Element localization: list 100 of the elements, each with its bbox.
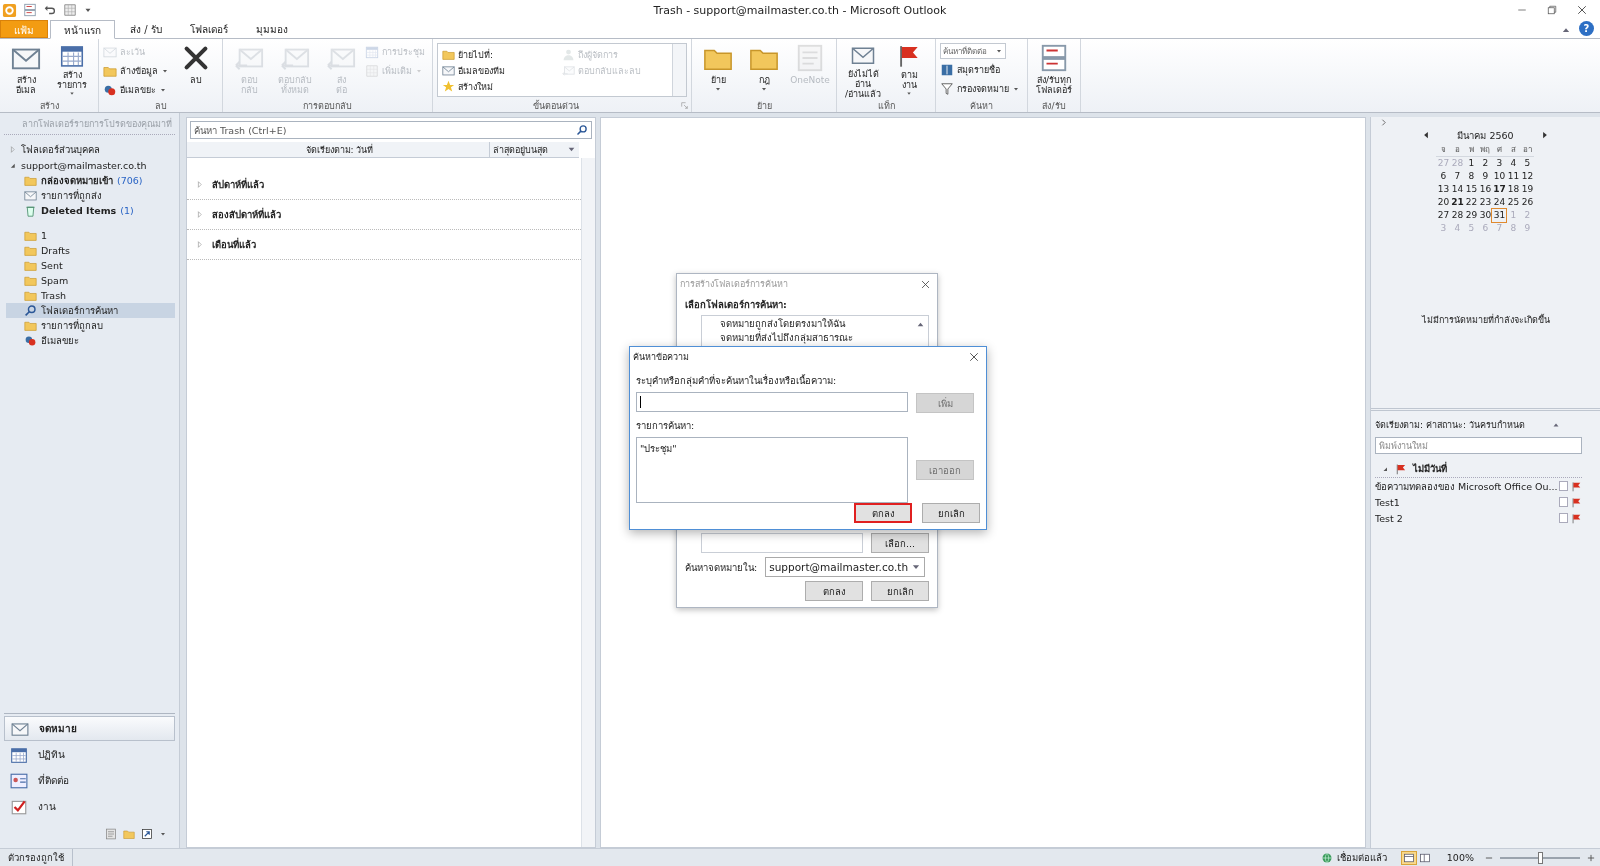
ribbon-button[interactable]: สมุดรายชื่อ <box>940 61 1023 78</box>
quick-step[interactable]: ย้ายไปที่: <box>442 46 562 63</box>
flag-icon[interactable] <box>1571 480 1582 492</box>
help-button[interactable]: ? <box>1579 21 1594 36</box>
list-option[interactable]: จดหมายที่ส่งไปถึงกลุ่มสาธารณะ <box>720 331 910 345</box>
ribbon-tab[interactable]: ส่ง / รับ <box>117 20 175 38</box>
calendar-day[interactable]: 20 <box>1436 196 1451 209</box>
calendar-day[interactable]: 18 <box>1506 183 1521 196</box>
folder-tree-node[interactable]: โฟลเดอร์ส่วนบุคคล <box>0 141 179 157</box>
calendar-day[interactable]: 28 <box>1450 209 1465 222</box>
gallery-scrollbar[interactable] <box>672 44 686 96</box>
folder-tree-node[interactable]: support@mailmaster.co.th <box>0 157 179 173</box>
module-button[interactable]: ที่ติดต่อ <box>4 768 175 793</box>
flag-icon[interactable] <box>1571 496 1582 508</box>
search-icon[interactable] <box>576 124 588 136</box>
calendar-day[interactable]: 12 <box>1520 170 1535 183</box>
ok-button[interactable]: ตกลง <box>805 581 863 601</box>
flag-icon[interactable] <box>1571 512 1582 524</box>
calendar-day[interactable]: 4 <box>1506 157 1521 170</box>
search-terms-list[interactable]: "ประชุม" <box>636 437 908 503</box>
ribbon-button[interactable]: ล้างข้อมูล <box>103 62 172 79</box>
ribbon-button[interactable]: ย้าย <box>696 41 740 99</box>
folder-item[interactable]: Spam <box>6 273 175 288</box>
module-button[interactable]: ปฏิทิน <box>4 742 175 767</box>
zoom-in-icon[interactable] <box>1586 852 1596 863</box>
calendar-day[interactable]: 8 <box>1464 170 1479 183</box>
calendar-day[interactable]: 30 <box>1478 209 1493 222</box>
group-header[interactable]: ไม่มีวันที่ <box>1375 460 1582 478</box>
calendar-day[interactable]: 6 <box>1436 170 1451 183</box>
note-icon[interactable] <box>105 828 117 840</box>
calendar-day[interactable]: 26 <box>1520 196 1535 209</box>
ribbon-button[interactable]: กรองจดหมาย <box>940 80 1023 97</box>
ribbon-button[interactable]: ตาม งาน <box>887 41 931 99</box>
search-term[interactable]: "ประชุม" <box>640 441 904 456</box>
module-button[interactable]: งาน <box>4 794 175 819</box>
calendar-day[interactable]: 10 <box>1492 170 1507 183</box>
caret-icon[interactable] <box>159 830 167 838</box>
calendar-day[interactable]: 22 <box>1464 196 1479 209</box>
scroll-up-icon[interactable] <box>1552 421 1560 429</box>
folder-item[interactable]: Drafts <box>6 243 175 258</box>
calendar-day[interactable]: 25 <box>1506 196 1521 209</box>
calendar-day[interactable]: 31 <box>1492 209 1507 222</box>
folder-item[interactable]: 1 <box>6 228 175 243</box>
ribbon-tab[interactable]: โฟลเดอร์ <box>176 20 241 38</box>
folder-item[interactable]: รายการที่ถูกส่ง <box>6 188 175 203</box>
calendar-day[interactable]: 9 <box>1478 170 1493 183</box>
list-option[interactable]: จดหมายถูกส่งโดยตรงมาให้ฉัน <box>720 317 910 331</box>
calendar-day[interactable]: 16 <box>1478 183 1493 196</box>
calendar-day[interactable]: 5 <box>1520 157 1535 170</box>
scrollbar[interactable] <box>581 158 595 847</box>
calendar-day[interactable]: 13 <box>1436 183 1451 196</box>
ribbon-tab[interactable]: หน้าแรก <box>50 20 115 39</box>
text-input[interactable] <box>636 392 908 412</box>
calendar-day[interactable]: 1 <box>1464 157 1479 170</box>
shortcut-icon[interactable] <box>141 828 153 840</box>
choose-button[interactable]: เลือก... <box>871 533 929 553</box>
calendar-day[interactable]: 19 <box>1520 183 1535 196</box>
folder-item[interactable]: โฟลเดอร์การค้นหา <box>6 303 175 318</box>
sort-order-header[interactable]: ล่าสุดอยู่บนสุด <box>489 142 579 157</box>
restore-icon[interactable] <box>1546 4 1558 16</box>
module-button[interactable]: จดหมาย <box>4 716 175 741</box>
task-title[interactable]: ข้อความทดลองของ Microsoft Office Ou... <box>1375 478 1559 494</box>
calendar-day[interactable]: 17 <box>1492 183 1507 196</box>
calendar-day[interactable]: 27 <box>1436 209 1451 222</box>
ribbon-button[interactable]: สร้าง อีเมล <box>4 41 48 99</box>
folder-item[interactable]: รายการที่ถูกลบ <box>6 318 175 333</box>
search-contacts-field[interactable]: ค้นหาที่ติดต่อ <box>940 43 1006 59</box>
calendar-day[interactable]: 2 <box>1478 157 1493 170</box>
quick-step[interactable]: สร้างใหม่ <box>442 78 562 95</box>
arrange-by-header[interactable]: จัดเรียงตาม: วันที่ <box>187 142 489 157</box>
ok-button[interactable]: ตกลง <box>854 503 912 523</box>
calendar-day[interactable]: 7 <box>1450 170 1465 183</box>
arrange-by-header[interactable]: จัดเรียงตาม: ค่าสถานะ: วันครบกำหนด <box>1375 418 1525 432</box>
calendar-day[interactable]: 11 <box>1506 170 1521 183</box>
scroll-up-icon[interactable] <box>916 320 925 329</box>
calendar-day[interactable]: 3 <box>1492 157 1507 170</box>
ribbon-button[interactable]: ลบ <box>174 41 218 99</box>
ribbon-tab[interactable]: มุมมอง <box>242 20 301 38</box>
calendar-day[interactable]: 23 <box>1478 196 1493 209</box>
grid-icon[interactable] <box>63 3 77 17</box>
ribbon-button[interactable]: ส่ง/รับทุก โฟลเดอร์ <box>1032 41 1076 99</box>
mailbox-dropdown[interactable]: support@mailmaster.co.th <box>765 557 926 577</box>
app-logo-icon[interactable] <box>2 2 17 18</box>
close-icon[interactable] <box>1576 4 1588 16</box>
calendar-day[interactable]: 15 <box>1464 183 1479 196</box>
close-icon[interactable] <box>968 351 980 363</box>
quick-step[interactable]: อีเมลของทีม <box>442 62 562 79</box>
ribbon-button[interactable]: ยังไม่ได้อ่าน /อ่านแล้ว <box>841 41 885 99</box>
cancel-button[interactable]: ยกเลิก <box>922 503 980 523</box>
new-task-field[interactable]: พิมพ์งานใหม่ <box>1375 437 1582 454</box>
send-receive-icon[interactable] <box>23 3 37 17</box>
folder-item[interactable]: Sent <box>6 258 175 273</box>
close-icon[interactable] <box>920 278 931 290</box>
calendar-day[interactable]: 14 <box>1450 183 1465 196</box>
view-button[interactable] <box>1400 850 1417 865</box>
zoom-slider-thumb[interactable] <box>1538 851 1543 864</box>
folder-item[interactable]: อีเมลขยะ <box>6 333 175 348</box>
ribbon-button[interactable]: สร้าง รายการ <box>50 41 94 99</box>
calendar-day[interactable]: 21 <box>1450 196 1465 209</box>
expand-icon[interactable] <box>1379 118 1388 127</box>
